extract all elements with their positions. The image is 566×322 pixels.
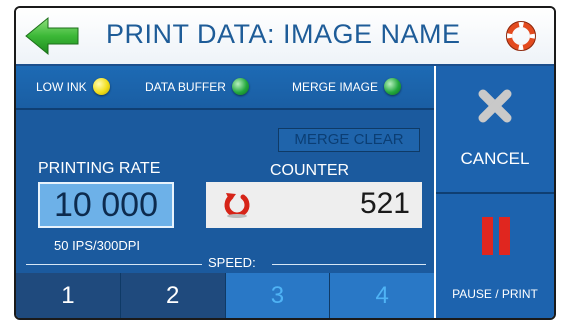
main-panel: LOW INK DATA BUFFER MERGE IMAGE MERGE CL…	[16, 66, 434, 318]
merge-clear-button[interactable]: MERGE CLEAR	[278, 128, 420, 152]
speed-option-2[interactable]: 2	[120, 273, 226, 318]
status-merge-image: MERGE IMAGE	[292, 78, 402, 95]
status-low-ink: LOW INK	[36, 78, 110, 95]
printing-rate-label: PRINTING RATE	[38, 160, 161, 177]
back-arrow-icon[interactable]	[24, 16, 80, 56]
pause-icon	[482, 217, 510, 255]
lifebuoy-icon[interactable]	[506, 21, 536, 51]
speed-label: SPEED:	[208, 255, 256, 270]
pause-print-button[interactable]: PAUSE / PRINT	[436, 194, 554, 318]
close-x-icon	[478, 89, 512, 123]
speed-option-3[interactable]: 3	[225, 273, 331, 318]
side-panel: CANCEL PAUSE / PRINT	[436, 66, 554, 318]
status-data-buffer: DATA BUFFER	[145, 78, 249, 95]
status-data-buffer-label: DATA BUFFER	[145, 79, 226, 94]
page-title: PRINT DATA: IMAGE NAME	[106, 19, 461, 49]
data-buffer-indicator-icon	[231, 78, 249, 95]
speed-divider-right	[272, 264, 426, 265]
printing-rate-subtext: 50 IPS/300DPI	[54, 238, 140, 253]
speed-divider-left	[26, 264, 202, 265]
counter-label: COUNTER	[270, 162, 350, 179]
counter-value: 521	[359, 187, 410, 220]
counter-display: 521	[206, 182, 422, 228]
cancel-label: CANCEL	[460, 149, 530, 168]
merge-image-indicator-icon	[384, 78, 402, 95]
speed-option-1[interactable]: 1	[16, 273, 121, 318]
speed-selector: 1 2 3 4	[16, 273, 434, 318]
cancel-button[interactable]: CANCEL	[436, 66, 554, 194]
reset-icon[interactable]	[222, 191, 252, 219]
pause-print-label: PAUSE / PRINT	[452, 287, 538, 301]
status-merge-image-label: MERGE IMAGE	[292, 79, 379, 94]
low-ink-indicator-icon	[92, 78, 110, 95]
header-bar: PRINT DATA: IMAGE NAME	[16, 8, 554, 66]
printing-rate-field[interactable]: 10 000	[38, 182, 174, 228]
status-low-ink-label: LOW INK	[36, 79, 87, 94]
print-data-screen: PRINT DATA: IMAGE NAME LOW INK DATA BUFF…	[14, 6, 556, 320]
status-bar: LOW INK DATA BUFFER MERGE IMAGE	[16, 66, 434, 110]
speed-option-4[interactable]: 4	[330, 273, 434, 318]
